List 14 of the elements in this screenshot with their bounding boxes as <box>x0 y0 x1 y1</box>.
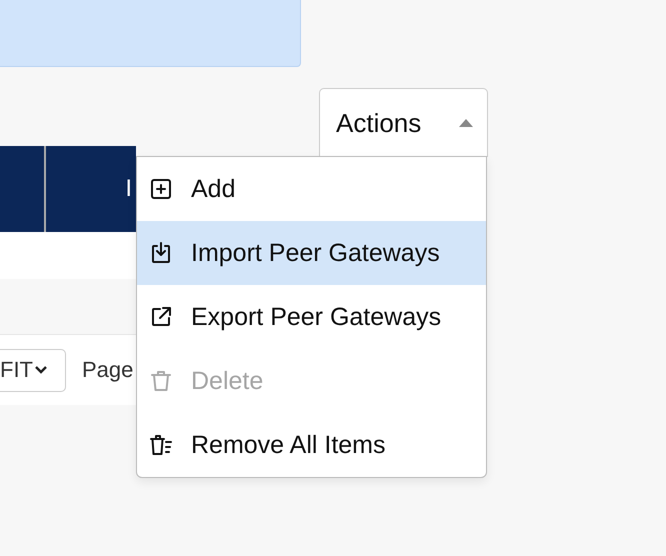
trash-list-icon <box>149 433 173 457</box>
caret-icon <box>459 119 473 127</box>
external-link-icon <box>149 305 173 329</box>
page-size-select[interactable]: FIT <box>0 348 66 392</box>
menu-item[interactable]: Import Peer Gateways <box>137 221 486 285</box>
plus-square-icon <box>149 177 173 201</box>
menu-item[interactable]: Add <box>137 157 486 221</box>
menu-item[interactable]: Remove All Items <box>137 413 486 477</box>
actions-button[interactable]: Actions <box>319 88 488 157</box>
chevron-icon <box>35 366 47 374</box>
menu-item[interactable]: Export Peer Gateways <box>137 285 486 349</box>
page-label: Page <box>82 357 134 383</box>
download-icon <box>149 241 173 265</box>
trash-icon <box>149 369 173 393</box>
